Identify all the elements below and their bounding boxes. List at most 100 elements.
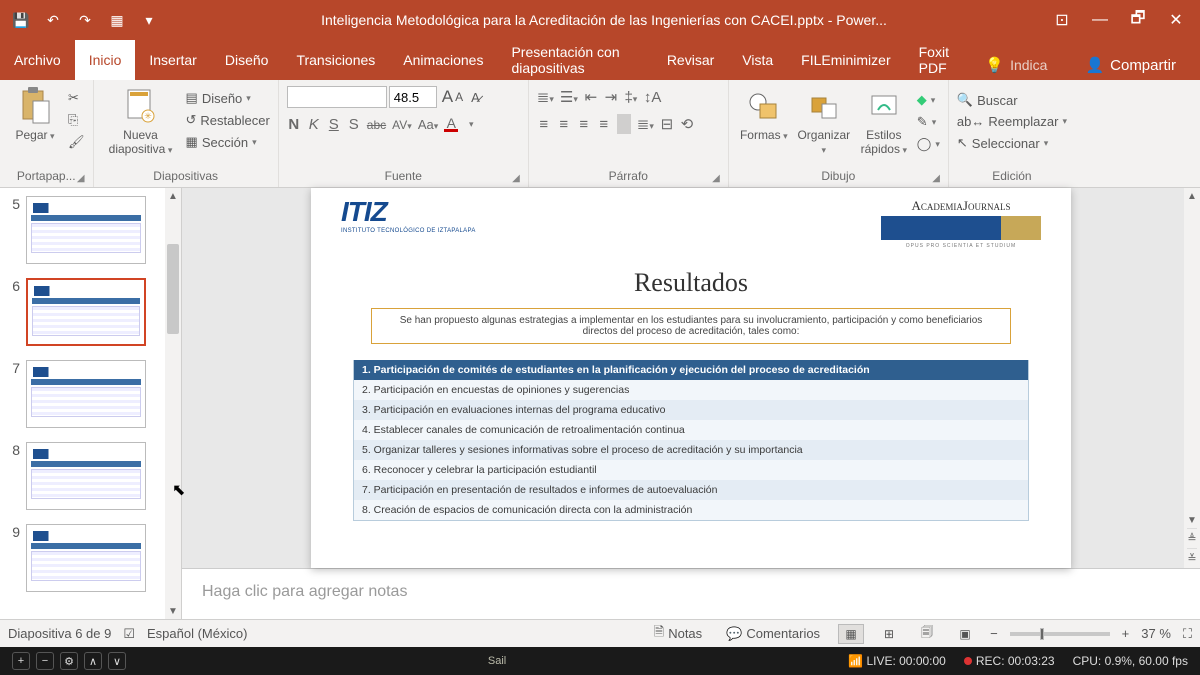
tab-review[interactable]: Revisar <box>653 40 728 80</box>
format-painter-button[interactable]: 🖌 <box>68 134 85 150</box>
restore-icon[interactable]: 🗗 <box>1120 2 1156 38</box>
arrange-button[interactable]: Organizar ▾ <box>797 86 851 156</box>
shape-fill-button[interactable]: ◆▾ <box>917 92 940 108</box>
bullets-button[interactable]: ≣▾ <box>537 88 554 106</box>
tab-design[interactable]: Diseño <box>211 40 283 80</box>
tab-fileminimizer[interactable]: FILEminimizer <box>787 40 904 80</box>
text-direction-button[interactable]: ↕A <box>644 89 662 106</box>
copy-button[interactable]: ⎘ <box>68 112 85 128</box>
shapes-button[interactable]: Formas ▾ <box>737 86 791 142</box>
find-button[interactable]: 🔍 Buscar <box>957 92 1067 108</box>
strikethrough-button[interactable]: abc <box>367 118 386 132</box>
tab-insert[interactable]: Insertar <box>135 40 210 80</box>
scroll-down-icon[interactable]: ▼ <box>1187 512 1197 528</box>
font-color-button[interactable]: A <box>444 117 458 132</box>
qat-more-icon[interactable]: ▾ <box>134 5 164 35</box>
slide-thumbnail[interactable]: 9 <box>6 524 161 592</box>
italic-button[interactable]: K <box>307 116 321 133</box>
notes-toggle[interactable]: 🗎Notas <box>648 623 708 645</box>
next-slide-button[interactable]: ≚ <box>1187 548 1196 568</box>
obs-control-icon[interactable]: − <box>36 652 54 670</box>
shape-outline-button[interactable]: ✎▾ <box>917 114 940 130</box>
language-status[interactable]: Español (México) <box>147 626 247 641</box>
previous-slide-button[interactable]: ≜ <box>1187 528 1196 548</box>
tab-foxit[interactable]: Foxit PDF <box>905 40 976 80</box>
reset-button[interactable]: ↺ Restablecer <box>186 112 270 128</box>
sorter-view-button[interactable]: ⊞ <box>876 624 902 644</box>
zoom-level[interactable]: 37 % <box>1141 626 1171 641</box>
align-text-button[interactable]: ⊟ <box>660 115 674 133</box>
quick-styles-button[interactable]: Estilos rápidos ▾ <box>857 86 911 156</box>
smartart-button[interactable]: ⟲ <box>680 115 694 133</box>
font-size-input[interactable] <box>389 86 437 108</box>
align-left-button[interactable]: ≡ <box>537 116 551 133</box>
replace-button[interactable]: ab↔ Reemplazar ▾ <box>957 114 1067 129</box>
tab-file[interactable]: Archivo <box>0 40 75 80</box>
decrease-font-button[interactable]: A <box>455 90 463 104</box>
justify-button[interactable]: ≡ <box>597 116 611 133</box>
line-spacing-button[interactable]: ‡▾ <box>624 89 638 106</box>
section-button[interactable]: ▦ Sección ▾ <box>186 134 270 150</box>
zoom-slider[interactable] <box>1010 632 1110 636</box>
close-icon[interactable]: ✕ <box>1158 2 1194 38</box>
scroll-up-icon[interactable]: ▲ <box>168 188 178 204</box>
dialog-launcher-icon[interactable]: ◢ <box>932 173 940 184</box>
obs-control-icon[interactable]: + <box>12 652 30 670</box>
columns-button[interactable]: ≣▾ <box>637 115 654 133</box>
tab-transitions[interactable]: Transiciones <box>282 40 389 80</box>
tab-home[interactable]: Inicio <box>75 40 136 80</box>
editor-scrollbar[interactable]: ▲ ▼ ≜ ≚ <box>1184 188 1200 568</box>
tellme-input[interactable]: Indica <box>1010 57 1047 73</box>
cut-button[interactable]: ✂ <box>68 90 85 106</box>
obs-control-icon[interactable]: ⚙ <box>60 652 78 670</box>
underline-button[interactable]: S <box>327 116 341 133</box>
paste-button[interactable]: Pegar ▾ <box>8 86 62 142</box>
dialog-launcher-icon[interactable]: ◢ <box>512 173 520 184</box>
ribbon-display-icon[interactable]: ⊡ <box>1044 2 1080 38</box>
share-button[interactable]: 👤 Compartir <box>1071 50 1190 80</box>
increase-font-button[interactable]: A <box>442 87 453 107</box>
dialog-launcher-icon[interactable]: ◢ <box>712 173 720 184</box>
thumbnail-scrollbar[interactable]: ▲ ▼ <box>165 188 181 619</box>
decrease-indent-button[interactable]: ⇤ <box>584 88 598 106</box>
text-shadow-button[interactable]: S <box>347 116 361 133</box>
undo-icon[interactable]: ↶ <box>38 5 68 35</box>
scroll-up-icon[interactable]: ▲ <box>1187 188 1197 204</box>
clear-formatting-button[interactable]: A̷ <box>471 90 480 105</box>
slide-thumbnail[interactable]: 7 <box>6 360 161 428</box>
reading-view-button[interactable]: 🗐 <box>914 624 940 644</box>
align-right-button[interactable]: ≡ <box>577 116 591 133</box>
slide-thumbnail[interactable]: 5 <box>6 196 161 264</box>
save-icon[interactable]: 💾 <box>6 5 36 35</box>
obs-control-icon[interactable]: ∧ <box>84 652 102 670</box>
comments-toggle[interactable]: 💬Comentarios <box>720 626 826 642</box>
obs-control-icon[interactable]: ∨ <box>108 652 126 670</box>
layout-button[interactable]: ▤ Diseño ▾ <box>186 90 270 106</box>
increase-indent-button[interactable]: ⇥ <box>604 88 618 106</box>
dialog-launcher-icon[interactable]: ◢ <box>77 173 85 184</box>
minimize-icon[interactable]: — <box>1082 2 1118 38</box>
start-from-beginning-icon[interactable]: ▦ <box>102 5 132 35</box>
normal-view-button[interactable]: ▦ <box>838 624 864 644</box>
char-spacing-button[interactable]: AV▾ <box>392 118 412 132</box>
slide-thumbnail[interactable]: 8 <box>6 442 161 510</box>
slide-thumbnail[interactable]: 6 <box>6 278 161 346</box>
zoom-out-button[interactable]: − <box>990 626 998 641</box>
zoom-in-button[interactable]: + <box>1122 626 1130 641</box>
change-case-button[interactable]: Aa▾ <box>418 117 438 132</box>
notes-pane[interactable]: Haga clic para agregar notas <box>182 568 1200 619</box>
scroll-handle[interactable] <box>167 244 179 334</box>
scroll-down-icon[interactable]: ▼ <box>168 603 178 619</box>
fit-to-window-button[interactable]: ⛶ <box>1183 626 1192 642</box>
select-button[interactable]: ↖ Seleccionar ▾ <box>957 135 1067 151</box>
bold-button[interactable]: N <box>287 116 301 133</box>
new-slide-button[interactable]: ✳ Nueva diapositiva ▾ <box>102 86 180 156</box>
tab-view[interactable]: Vista <box>728 40 787 80</box>
redo-icon[interactable]: ↷ <box>70 5 100 35</box>
slideshow-view-button[interactable]: ▣ <box>952 624 978 644</box>
slide-canvas[interactable]: ITIZ INSTITUTO TECNOLÓGICO DE IZTAPALAPA… <box>182 188 1200 568</box>
slide[interactable]: ITIZ INSTITUTO TECNOLÓGICO DE IZTAPALAPA… <box>311 188 1071 568</box>
numbering-button[interactable]: ☰▾ <box>560 88 578 106</box>
spell-check-icon[interactable]: ☑ <box>123 626 135 642</box>
shape-effects-button[interactable]: ◯▾ <box>917 136 940 152</box>
